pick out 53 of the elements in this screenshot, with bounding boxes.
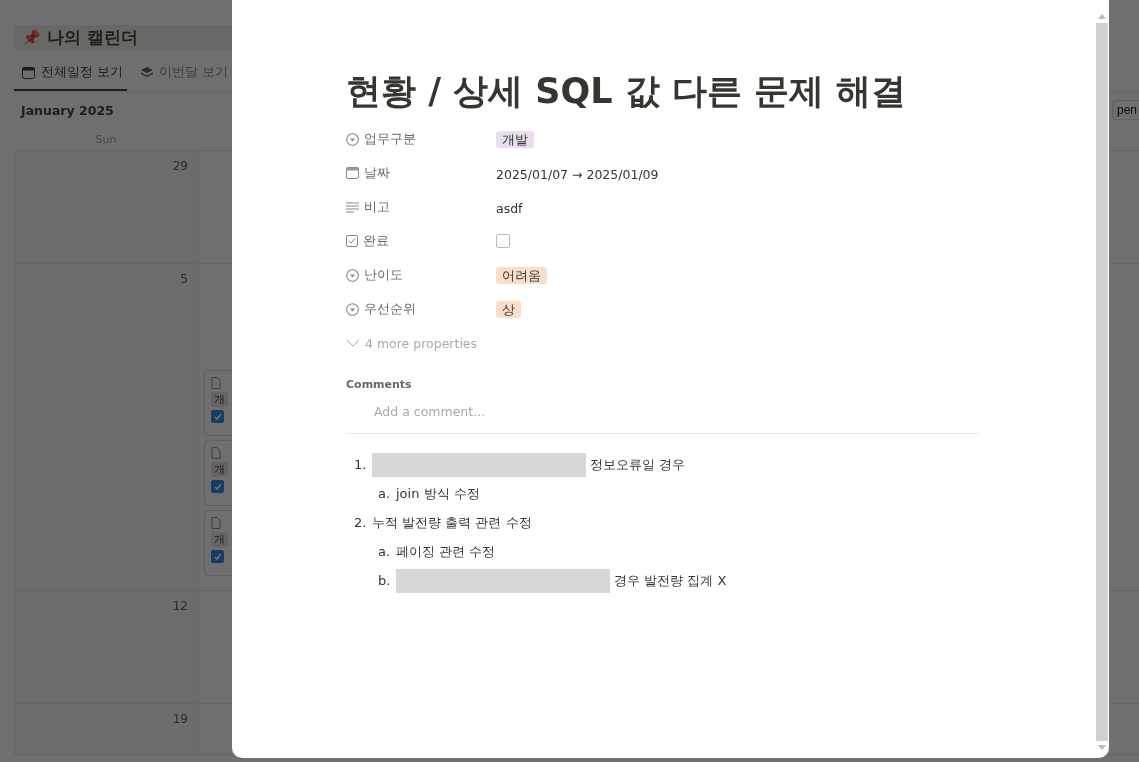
layers-icon (141, 66, 153, 79)
scrollbar-thumb[interactable] (1096, 23, 1108, 741)
list-text: 누적 발전량 출력 관련 수정 (372, 513, 532, 532)
calendar-icon (22, 66, 35, 79)
property-tag[interactable]: 개발 (496, 131, 534, 148)
list-marker: 1. (354, 457, 368, 472)
chevron-down-icon (346, 339, 360, 347)
property-checkbox[interactable] (496, 234, 510, 248)
text-lines-icon (346, 201, 359, 213)
property-name: 업무구분 (364, 130, 416, 148)
list-marker: a. (378, 486, 392, 501)
event-tag: 개 (211, 462, 228, 477)
property-value[interactable]: 2025/01/07 → 2025/01/09 (496, 166, 659, 182)
list-text: 정보오류일 경우 (590, 455, 686, 474)
day-number: 19 (172, 712, 188, 726)
open-button[interactable]: pen (1111, 100, 1139, 120)
list-marker: b. (378, 573, 392, 588)
dropdown-circle-icon (346, 132, 359, 146)
checkbox-icon (346, 235, 358, 247)
day-number: 5 (180, 272, 188, 286)
pin-icon: 📌 (22, 28, 41, 47)
property-tag[interactable]: 어려움 (496, 267, 547, 284)
dropdown-circle-icon (346, 268, 359, 282)
event-checkbox[interactable] (211, 480, 224, 493)
property-name: 완료 (363, 232, 389, 250)
list-text: join 방식 수정 (396, 484, 480, 503)
page-icon (211, 447, 221, 459)
page-icon (211, 517, 221, 529)
day-number: 29 (172, 159, 188, 173)
event-tag: 개 (211, 532, 228, 547)
list-text: 경우 발전량 집계 X (614, 571, 727, 590)
property-name: 난이도 (364, 266, 403, 284)
event-tag: 개 (211, 392, 228, 407)
property-value[interactable]: asdf (496, 200, 523, 216)
day-number: 12 (172, 599, 188, 613)
page-title: 현황 / 상세 SQL 값 다른 문제 해결 (346, 70, 908, 113)
scroll-up-icon[interactable] (1098, 14, 1106, 19)
list-marker: a. (378, 544, 392, 559)
scroll-down-icon[interactable] (1098, 745, 1106, 750)
page-icon (211, 377, 221, 389)
event-checkbox[interactable] (211, 550, 224, 563)
list-text: 페이징 관련 수정 (396, 542, 496, 561)
property-tag[interactable]: 상 (496, 301, 521, 318)
list-marker: 2. (354, 515, 368, 530)
dropdown-circle-icon (346, 302, 359, 316)
month-label: January 2025 (21, 102, 114, 118)
calendar-icon (346, 167, 359, 179)
comments-heading: Comments (346, 378, 413, 391)
property-name: 날짜 (364, 164, 390, 182)
property-name: 비고 (364, 198, 390, 216)
property-name: 우선순위 (364, 300, 416, 318)
calendar-title: 나의 캘린더 (47, 26, 138, 49)
event-checkbox[interactable] (211, 410, 224, 423)
